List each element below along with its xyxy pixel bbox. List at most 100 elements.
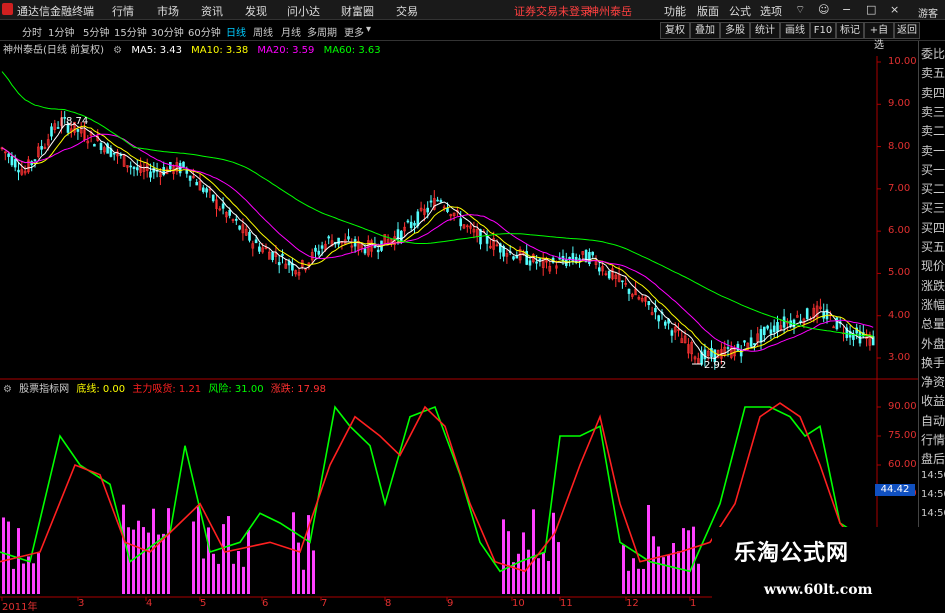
indicator-bar [222, 524, 225, 594]
indicator-bar [297, 542, 300, 594]
login-notice[interactable]: 证券交易未登录 [514, 3, 591, 19]
indicator-bar [547, 560, 550, 594]
menu-gongshi[interactable]: 公式 [729, 3, 751, 19]
indicator-bar [517, 553, 520, 594]
add-favorite-button[interactable]: +自选 [864, 22, 894, 51]
wifi-icon[interactable]: ⌔ [795, 3, 805, 17]
candle-body [753, 343, 756, 346]
menu-zixun[interactable]: 资讯 [201, 3, 223, 19]
sidebar-item[interactable]: 卖四 [921, 84, 945, 101]
menu-xuanxiang[interactable]: 选项 [760, 3, 782, 19]
sidebar-item[interactable]: 卖二 [921, 122, 945, 139]
sidebar-item[interactable]: 现价 [921, 257, 945, 274]
sidebar-item[interactable]: 卖三 [921, 103, 945, 120]
chart-area[interactable]: 8.74 2.92 [0, 41, 918, 609]
sidebar-item[interactable]: 涨跌 [921, 277, 945, 294]
sidebar-item[interactable]: 换手 [921, 354, 945, 371]
fuquan-button[interactable]: 复权 [660, 22, 690, 39]
sidebar-item[interactable]: 外盘 [921, 335, 945, 352]
sidebar-item[interactable]: 卖一 [921, 142, 945, 159]
dropdown-chevron-icon[interactable]: ▾ [366, 24, 371, 35]
period-5min[interactable]: 5分钟 [83, 24, 109, 39]
indicator-bar [522, 532, 525, 594]
sidebar-item[interactable]: 14:50 [921, 508, 945, 519]
sidebar-item[interactable]: 净资 [921, 373, 945, 390]
period-60min[interactable]: 60分钟 [188, 24, 221, 39]
sidebar-item[interactable]: 买二 [921, 180, 945, 197]
menu-hangqing[interactable]: 行情 [112, 3, 134, 19]
biaoji-button[interactable]: 标记 [836, 22, 864, 39]
sidebar-item[interactable]: 涨幅 [921, 296, 945, 313]
indicator-bar [247, 530, 250, 594]
huaxian-button[interactable]: 画线 [780, 22, 810, 39]
price-tick-label: 9.00 [888, 98, 911, 110]
sidebar-item[interactable]: 收益 [921, 392, 945, 409]
candle-body [112, 152, 116, 155]
candle-body [136, 167, 139, 171]
sidebar-item[interactable]: 买三 [921, 199, 945, 216]
sidebar-item[interactable]: 14:50 [921, 470, 945, 481]
indicator-bar [507, 531, 510, 594]
menu-wenxiaoda[interactable]: 问小达 [287, 3, 320, 19]
sidebar-item[interactable]: 买四 [921, 219, 945, 236]
sidebar-item[interactable]: 买一 [921, 161, 945, 178]
candle-body [347, 236, 350, 240]
sidebar-item[interactable]: 自动 [921, 412, 945, 429]
back-button[interactable]: 返回 [894, 22, 920, 39]
candle-body [188, 175, 192, 181]
close-icon[interactable]: × [890, 3, 899, 16]
candle-body [663, 321, 667, 326]
date-tick-label: 3 [78, 598, 85, 609]
minimize-icon[interactable]: − [842, 3, 851, 16]
candle-body [426, 207, 430, 213]
candle-body [195, 182, 198, 186]
candle-body [597, 267, 601, 272]
indicator-bar [132, 529, 135, 594]
sidebar-item[interactable]: 14:50 [921, 489, 945, 500]
menu-jiaoyi[interactable]: 交易 [396, 3, 418, 19]
period-week[interactable]: 周线 [253, 24, 273, 39]
period-fenshi[interactable]: 分时 [22, 24, 42, 39]
f10-button[interactable]: F10 [810, 22, 836, 39]
candle-body [436, 199, 439, 202]
sidebar-item[interactable]: 总量 [921, 315, 945, 332]
period-1min[interactable]: 1分钟 [48, 24, 74, 39]
duogu-button[interactable]: 多股 [720, 22, 750, 39]
candle-body [578, 258, 581, 261]
user-icon[interactable]: ☺ [818, 3, 829, 16]
tongji-button[interactable]: 统计 [750, 22, 780, 39]
candle-body [327, 236, 331, 239]
guest-label[interactable]: 游客 [918, 5, 938, 20]
candle-body [766, 325, 769, 329]
sidebar-item[interactable]: 盘后 [921, 450, 945, 467]
date-tick-label: 8 [385, 598, 392, 609]
maximize-icon[interactable]: □ [866, 3, 876, 16]
ma60-line [1, 71, 874, 337]
menu-caifuquan[interactable]: 财富圈 [341, 3, 374, 19]
indicator-bar [632, 558, 635, 594]
sidebar-item[interactable]: 行情 [921, 431, 945, 448]
candle-body [607, 270, 611, 279]
indicator-settings-icon[interactable]: ⚙ [3, 384, 12, 395]
period-more[interactable]: 更多 [344, 24, 364, 39]
indicator-infobar: ⚙ 股票指标网 底线: 0.00 主力吸货: 1.21 风险: 31.00 涨跌… [0, 380, 330, 395]
menu-shichang[interactable]: 市场 [157, 3, 179, 19]
period-multi[interactable]: 多周期 [307, 24, 337, 39]
sidebar-item[interactable]: 委比 [921, 45, 945, 62]
diejia-button[interactable]: 叠加 [690, 22, 720, 39]
menu-faxian[interactable]: 发现 [245, 3, 267, 19]
candle-body [320, 245, 324, 249]
menu-banmian[interactable]: 版面 [697, 3, 719, 19]
candle-body [782, 316, 786, 328]
indicator-bar [697, 563, 700, 594]
period-month[interactable]: 月线 [281, 24, 301, 39]
sidebar-item[interactable]: 卖五 [921, 64, 945, 81]
price-tick-label: 3.00 [888, 352, 911, 363]
indicator-name: 股票指标网 [19, 384, 70, 395]
period-15min[interactable]: 15分钟 [114, 24, 147, 39]
candle-body [281, 253, 284, 256]
period-30min[interactable]: 30分钟 [151, 24, 184, 39]
period-day[interactable]: 日线 [226, 24, 246, 39]
sidebar-item[interactable]: 买五 [921, 238, 945, 255]
menu-gongneng[interactable]: 功能 [664, 3, 686, 19]
